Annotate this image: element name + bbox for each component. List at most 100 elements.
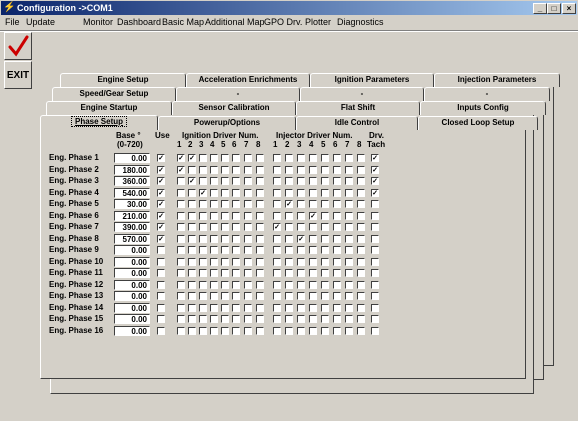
ignition-driver-checkbox[interactable] — [210, 211, 218, 220]
ignition-driver-checkbox[interactable] — [256, 211, 264, 220]
injector-driver-checkbox[interactable] — [345, 223, 353, 231]
injector-driver-checkbox[interactable] — [273, 165, 281, 174]
ignition-driver-checkbox[interactable] — [210, 200, 218, 208]
injector-driver-checkbox[interactable] — [321, 292, 329, 300]
drv-tach-checkbox[interactable] — [371, 223, 379, 231]
injector-driver-checkbox[interactable] — [273, 257, 281, 266]
injector-driver-checkbox[interactable] — [285, 165, 293, 174]
injector-driver-checkbox[interactable] — [285, 292, 293, 300]
ignition-driver-checkbox[interactable] — [232, 177, 240, 185]
ignition-driver-checkbox[interactable] — [210, 177, 218, 185]
injector-driver-checkbox[interactable] — [285, 211, 293, 220]
injector-driver-checkbox[interactable] — [357, 257, 365, 266]
drv-tach-checkbox[interactable] — [371, 315, 379, 323]
ignition-driver-checkbox[interactable] — [244, 177, 252, 185]
injector-driver-checkbox[interactable] — [321, 211, 329, 220]
ignition-driver-checkbox[interactable] — [177, 326, 185, 335]
ignition-driver-checkbox[interactable] — [244, 292, 252, 300]
ignition-driver-checkbox[interactable] — [177, 280, 185, 289]
injector-driver-checkbox[interactable] — [273, 280, 281, 289]
injector-driver-checkbox[interactable] — [357, 326, 365, 335]
drv-tach-checkbox[interactable]: ✓ — [371, 188, 379, 197]
injector-driver-checkbox[interactable] — [285, 223, 293, 231]
injector-driver-checkbox[interactable] — [273, 292, 281, 300]
injector-driver-checkbox[interactable] — [273, 326, 281, 335]
ignition-driver-checkbox[interactable] — [232, 257, 240, 266]
ignition-driver-checkbox[interactable] — [177, 315, 185, 323]
injector-driver-checkbox[interactable] — [297, 211, 305, 220]
ignition-driver-checkbox[interactable] — [221, 200, 229, 208]
injector-driver-checkbox[interactable] — [297, 223, 305, 231]
ignition-driver-checkbox[interactable] — [244, 269, 252, 277]
ignition-driver-checkbox[interactable] — [199, 211, 207, 220]
ignition-driver-checkbox[interactable] — [256, 154, 264, 162]
drv-tach-checkbox[interactable] — [371, 200, 379, 208]
ignition-driver-checkbox[interactable] — [188, 257, 196, 266]
ignition-driver-checkbox[interactable] — [256, 280, 264, 289]
use-checkbox[interactable] — [157, 280, 165, 289]
injector-driver-checkbox[interactable] — [357, 200, 365, 208]
ignition-driver-checkbox[interactable] — [244, 200, 252, 208]
ignition-driver-checkbox[interactable] — [210, 303, 218, 312]
ignition-driver-checkbox[interactable] — [232, 292, 240, 300]
injector-driver-checkbox[interactable] — [309, 177, 317, 185]
injector-driver-checkbox[interactable] — [345, 154, 353, 162]
injector-driver-checkbox[interactable] — [333, 292, 341, 300]
injector-driver-checkbox[interactable] — [357, 188, 365, 197]
ignition-driver-checkbox[interactable] — [221, 292, 229, 300]
ignition-driver-checkbox[interactable] — [232, 211, 240, 220]
use-checkbox[interactable] — [157, 315, 165, 323]
injector-driver-checkbox[interactable] — [357, 211, 365, 220]
ignition-driver-checkbox[interactable] — [256, 257, 264, 266]
injector-driver-checkbox[interactable] — [345, 188, 353, 197]
injector-driver-checkbox[interactable] — [333, 200, 341, 208]
ignition-driver-checkbox[interactable] — [232, 188, 240, 197]
injector-driver-checkbox[interactable] — [357, 165, 365, 174]
ignition-driver-checkbox[interactable] — [188, 269, 196, 277]
injector-driver-checkbox[interactable] — [321, 200, 329, 208]
ignition-driver-checkbox[interactable] — [221, 246, 229, 254]
ignition-driver-checkbox[interactable] — [199, 234, 207, 243]
ignition-driver-checkbox[interactable] — [210, 234, 218, 243]
injector-driver-checkbox[interactable] — [357, 280, 365, 289]
ignition-driver-checkbox[interactable] — [256, 246, 264, 254]
base-angle-field[interactable]: 540.00 — [114, 187, 150, 198]
injector-driver-checkbox[interactable] — [285, 234, 293, 243]
injector-driver-checkbox[interactable] — [297, 292, 305, 300]
ignition-driver-checkbox[interactable] — [256, 234, 264, 243]
injector-driver-checkbox[interactable] — [309, 188, 317, 197]
use-checkbox[interactable]: ✓ — [157, 188, 165, 197]
injector-driver-checkbox[interactable] — [321, 315, 329, 323]
use-checkbox[interactable] — [157, 257, 165, 266]
injector-driver-checkbox[interactable] — [285, 303, 293, 312]
injector-driver-checkbox[interactable] — [357, 154, 365, 162]
drv-tach-checkbox[interactable] — [371, 246, 379, 254]
injector-driver-checkbox[interactable] — [285, 326, 293, 335]
ignition-driver-checkbox[interactable] — [188, 234, 196, 243]
ignition-driver-checkbox[interactable]: ✓ — [188, 154, 196, 162]
ignition-driver-checkbox[interactable] — [244, 223, 252, 231]
ignition-driver-checkbox[interactable] — [244, 280, 252, 289]
ignition-driver-checkbox[interactable] — [188, 211, 196, 220]
ignition-driver-checkbox[interactable] — [188, 315, 196, 323]
ignition-driver-checkbox[interactable] — [232, 303, 240, 312]
use-checkbox[interactable] — [157, 269, 165, 277]
injector-driver-checkbox[interactable] — [285, 188, 293, 197]
injector-driver-checkbox[interactable] — [333, 188, 341, 197]
ignition-driver-checkbox[interactable] — [244, 315, 252, 323]
ignition-driver-checkbox[interactable] — [210, 165, 218, 174]
ignition-driver-checkbox[interactable] — [256, 269, 264, 277]
ignition-driver-checkbox[interactable] — [199, 257, 207, 266]
injector-driver-checkbox[interactable] — [309, 303, 317, 312]
injector-driver-checkbox[interactable] — [297, 280, 305, 289]
ignition-driver-checkbox[interactable] — [199, 200, 207, 208]
injector-driver-checkbox[interactable] — [297, 315, 305, 323]
base-angle-field[interactable]: 210.00 — [114, 210, 150, 221]
injector-driver-checkbox[interactable] — [321, 246, 329, 254]
ignition-driver-checkbox[interactable] — [188, 188, 196, 197]
base-angle-field[interactable]: 0.00 — [114, 268, 150, 278]
use-checkbox[interactable] — [157, 292, 165, 300]
injector-driver-checkbox[interactable] — [333, 303, 341, 312]
ignition-driver-checkbox[interactable] — [232, 269, 240, 277]
use-checkbox[interactable]: ✓ — [157, 154, 165, 162]
